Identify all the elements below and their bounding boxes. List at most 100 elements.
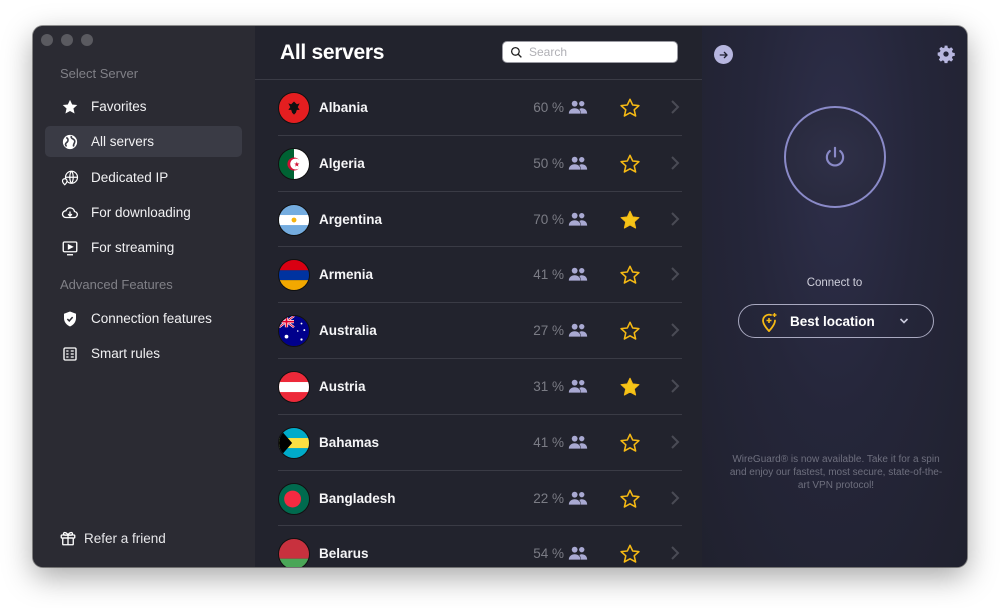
users-icon (568, 323, 588, 337)
country-name: Belarus (319, 546, 369, 562)
zoom-window-button[interactable] (81, 34, 93, 46)
favorite-star-icon[interactable] (619, 97, 641, 119)
chevron-right-icon[interactable] (670, 323, 680, 337)
server-row-bahamas[interactable]: Bahamas 41 % (278, 415, 682, 471)
search-icon (510, 46, 522, 58)
app-window: Select Server Favorites All servers Dedi… (33, 26, 967, 567)
wireguard-notice: WireGuard® is now available. Take it for… (729, 454, 943, 491)
server-load: 41 % (533, 267, 564, 283)
server-row-austria[interactable]: Austria 31 % (278, 359, 682, 415)
country-name: Argentina (319, 211, 383, 227)
server-row-armenia[interactable]: Armenia 41 % (278, 247, 682, 304)
sidebar-item-for-downloading[interactable]: For downloading (45, 197, 242, 228)
window-controls (41, 34, 93, 46)
favorite-star-filled-icon[interactable] (619, 209, 641, 231)
server-load: 31 % (533, 378, 564, 394)
search-box[interactable] (502, 41, 678, 63)
country-name: Albania (319, 100, 368, 115)
chevron-right-icon[interactable] (670, 267, 680, 282)
favorite-star-icon[interactable] (619, 264, 641, 286)
location-selector[interactable]: Best location (738, 304, 934, 338)
favorite-star-icon[interactable] (619, 432, 641, 454)
power-icon (825, 146, 845, 167)
close-window-button[interactable] (41, 34, 53, 46)
arrow-right-icon (719, 51, 728, 58)
server-load: 54 % (533, 546, 564, 562)
users-icon (568, 212, 588, 226)
bahamas-flag-icon (278, 426, 310, 459)
users-icon (568, 268, 588, 282)
server-load: 60 % (533, 100, 564, 115)
settings-gear-icon[interactable] (936, 44, 956, 64)
chevron-right-icon[interactable] (670, 490, 680, 505)
algeria-flag-icon (278, 147, 310, 180)
gift-icon (60, 531, 76, 546)
server-row-argentina[interactable]: Argentina 70 % (278, 192, 682, 248)
server-load: 70 % (533, 211, 564, 227)
server-list-panel: All servers Albania 60 % (255, 26, 702, 567)
chevron-right-icon[interactable] (670, 379, 680, 393)
sidebar-item-connection-features[interactable]: Connection features (45, 303, 242, 334)
users-icon (568, 491, 588, 505)
austria-flag-icon (278, 370, 310, 403)
sidebar-item-label: Smart rules (91, 346, 161, 361)
favorite-star-icon[interactable] (619, 488, 641, 510)
refer-label: Refer a friend (84, 530, 166, 546)
minimize-window-button[interactable] (61, 34, 73, 46)
chevron-right-icon[interactable] (670, 156, 680, 170)
belarus-flag-icon (278, 538, 310, 567)
chevron-right-icon[interactable] (670, 211, 680, 226)
sidebar-item-smart-rules[interactable]: Smart rules (45, 338, 242, 369)
server-row-bangladesh[interactable]: Bangladesh 22 % (278, 471, 682, 527)
location-pin-icon (762, 313, 777, 332)
rules-icon (60, 344, 80, 364)
chevron-right-icon[interactable] (670, 546, 680, 561)
sidebar: Select Server Favorites All servers Dedi… (33, 26, 255, 567)
search-input[interactable] (529, 45, 669, 59)
section-label-advanced-features: Advanced Features (60, 277, 173, 292)
armenia-flag-icon (278, 259, 310, 292)
server-row-belarus[interactable]: Belarus 54 % (278, 526, 682, 567)
sidebar-item-favorites[interactable]: Favorites (45, 91, 242, 122)
chevron-right-icon[interactable] (670, 100, 680, 114)
dedicated-ip-icon (60, 168, 80, 188)
shield-check-icon (60, 309, 80, 329)
collapse-button[interactable] (714, 45, 733, 64)
country-name: Austria (319, 378, 366, 394)
favorite-star-icon[interactable] (619, 320, 641, 342)
albania-flag-icon (278, 92, 310, 124)
sidebar-item-label: Dedicated IP (91, 170, 169, 185)
server-load: 41 % (533, 434, 564, 450)
section-label-select-server: Select Server (60, 66, 139, 81)
server-row-algeria[interactable]: Algeria 50 % (278, 136, 682, 192)
connection-panel: Connect to Best location WireGuard® is n… (702, 26, 967, 567)
connect-power-button[interactable] (784, 106, 886, 208)
australia-flag-icon (278, 315, 310, 348)
sidebar-item-label: Favorites (91, 99, 147, 114)
country-name: Bangladesh (319, 490, 396, 506)
sidebar-item-for-streaming[interactable]: For streaming (45, 232, 242, 263)
globe-icon (60, 132, 80, 152)
users-icon (568, 156, 588, 170)
server-row-australia[interactable]: Australia 27 % (278, 303, 682, 359)
sidebar-item-label: For streaming (91, 240, 175, 255)
refer-a-friend-link[interactable]: Refer a friend (59, 529, 166, 547)
location-label: Best location (790, 314, 875, 329)
favorite-star-filled-icon[interactable] (619, 376, 641, 398)
page-title: All servers (280, 41, 385, 64)
server-row-albania[interactable]: Albania 60 % (278, 80, 682, 136)
country-name: Bahamas (319, 434, 380, 450)
sidebar-item-dedicated-ip[interactable]: Dedicated IP (45, 162, 242, 193)
sidebar-item-label: Connection features (91, 311, 212, 326)
bangladesh-flag-icon (278, 482, 310, 515)
users-icon (568, 100, 588, 114)
users-icon (568, 547, 588, 561)
sidebar-item-all-servers[interactable]: All servers (45, 126, 242, 157)
country-name: Armenia (319, 267, 374, 283)
favorite-star-icon[interactable] (619, 543, 641, 565)
server-load: 27 % (533, 323, 564, 339)
chevron-right-icon[interactable] (670, 435, 680, 449)
server-list: Albania 60 % Algeria 50 % Argentina 70 %… (255, 80, 702, 567)
star-icon (60, 97, 80, 117)
favorite-star-icon[interactable] (619, 153, 641, 175)
